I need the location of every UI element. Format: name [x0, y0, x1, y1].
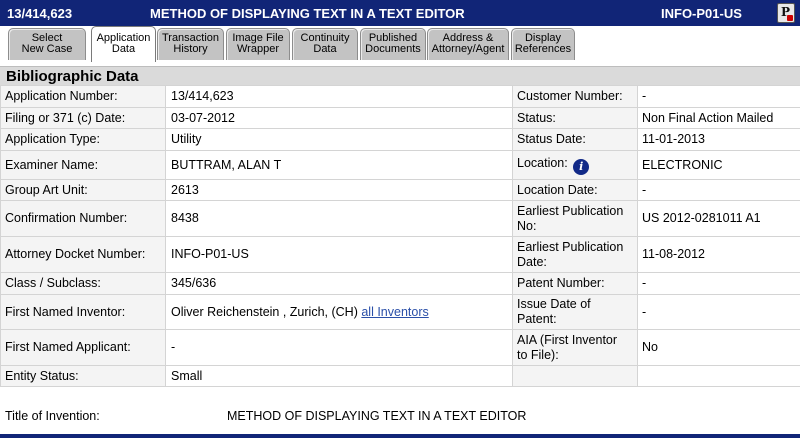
location-label-cell: Location: i [512, 150, 638, 180]
tab-select-new-case[interactable]: Select New Case [8, 28, 86, 60]
field-label: Earliest Publication [517, 239, 624, 254]
title-of-invention-row: Title of Invention: METHOD OF DISPLAYING… [0, 397, 800, 434]
table-row: Class / Subclass: 345/636 Patent Number:… [0, 272, 800, 295]
field-label: Status Date: [512, 128, 638, 151]
title-of-invention-label: Title of Invention: [5, 409, 100, 423]
tab-address-attorney-agent[interactable]: Address & Attorney/Agent [427, 28, 509, 60]
field-value: 11-01-2013 [637, 128, 800, 151]
table-row: Attorney Docket Number: INFO-P01-US Earl… [0, 236, 800, 273]
tab-label: Wrapper [237, 43, 279, 55]
field-value: 8438 [165, 200, 513, 237]
field-value: Utility [165, 128, 513, 151]
field-value: 2613 [165, 179, 513, 201]
field-label: Date: [517, 254, 547, 269]
field-value: BUTTRAM, ALAN T [165, 150, 513, 180]
field-label: Status: [512, 107, 638, 129]
field-value: No [637, 329, 800, 366]
field-label: Attorney Docket Number: [0, 236, 166, 273]
tab-label: New Case [21, 43, 73, 55]
table-row: First Named Inventor: Oliver Reichenstei… [0, 294, 800, 330]
all-inventors-link[interactable]: all Inventors [361, 305, 428, 319]
tab-label: References [514, 43, 572, 55]
field-label [512, 365, 638, 387]
field-label: Customer Number: [512, 85, 638, 108]
field-value: INFO-P01-US [165, 236, 513, 273]
info-icon[interactable]: i [573, 158, 590, 175]
inventor-value-cell: Oliver Reichenstein , Zurich, (CH) all I… [165, 294, 513, 330]
field-value: - [637, 85, 800, 108]
header-application-number: 13/414,623 [7, 6, 73, 21]
table-row: Examiner Name: BUTTRAM, ALAN T Location:… [0, 150, 800, 180]
bottom-divider [0, 434, 800, 438]
table-row: Group Art Unit: 2613 Location Date: - [0, 179, 800, 201]
table-row: Confirmation Number: 8438 Earliest Publi… [0, 200, 800, 237]
bibliographic-data-table: Application Number: 13/414,623 Customer … [0, 85, 800, 387]
field-value: - [637, 272, 800, 295]
field-label: First Named Inventor: [0, 294, 166, 330]
table-row: Application Type: Utility Status Date: 1… [0, 128, 800, 151]
field-label: Application Number: [0, 85, 166, 108]
field-value: Non Final Action Mailed [637, 107, 800, 129]
tab-label: History [173, 43, 208, 55]
field-label: Application Type: [0, 128, 166, 151]
tab-label: Documents [365, 43, 421, 55]
field-value: Oliver Reichenstein , Zurich, (CH) [171, 304, 358, 319]
field-label: AIA (First Inventor [517, 332, 618, 347]
tab-transaction-history[interactable]: Transaction History [157, 28, 224, 60]
field-value: ELECTRONIC [637, 150, 800, 180]
field-label: to File): [517, 347, 559, 362]
field-label: No: [517, 218, 537, 233]
field-label: Issue Date of [517, 297, 591, 311]
field-value: Small [165, 365, 513, 387]
header-docket-number: INFO-P01-US [661, 6, 742, 21]
header-title: METHOD OF DISPLAYING TEXT IN A TEXT EDIT… [150, 6, 465, 21]
field-value: 11-08-2012 [637, 236, 800, 273]
tab-image-file-wrapper[interactable]: Image File Wrapper [226, 28, 290, 60]
tab-continuity-data[interactable]: Continuity Data [292, 28, 358, 60]
field-label: Location Date: [512, 179, 638, 201]
field-label: Examiner Name: [0, 150, 166, 180]
field-label: Class / Subclass: [0, 272, 166, 295]
field-label-two-line: Issue Date of Patent: [512, 294, 638, 330]
field-value: 13/414,623 [165, 85, 513, 108]
field-label: First Named Applicant: [0, 329, 166, 366]
title-bar: 13/414,623 METHOD OF DISPLAYING TEXT IN … [0, 0, 800, 26]
table-row: Application Number: 13/414,623 Customer … [0, 85, 800, 108]
field-label: Entity Status: [0, 365, 166, 387]
tab-strip: Select New Case Application Data Transac… [0, 26, 800, 62]
tab-label: Data [313, 43, 337, 55]
tab-application-data[interactable]: Application Data [91, 26, 156, 62]
field-label: Location: [517, 155, 568, 170]
field-label: Group Art Unit: [0, 179, 166, 201]
field-label-two-line: Earliest Publication No: [512, 200, 638, 237]
table-row: Filing or 371 (c) Date: 03-07-2012 Statu… [0, 107, 800, 129]
tab-label: Attorney/Agent [431, 43, 505, 55]
field-value: - [637, 179, 800, 201]
field-value: 03-07-2012 [165, 107, 513, 129]
field-label: Confirmation Number: [0, 200, 166, 237]
field-label-two-line: AIA (First Inventor to File): [512, 329, 638, 366]
tab-label: Data [111, 43, 136, 55]
table-row: First Named Applicant: - AIA (First Inve… [0, 329, 800, 366]
tab-display-references[interactable]: Display References [511, 28, 575, 60]
field-value: US 2012-0281011 A1 [637, 200, 800, 237]
title-of-invention-value: METHOD OF DISPLAYING TEXT IN A TEXT EDIT… [227, 409, 527, 423]
section-title: Bibliographic Data [0, 66, 800, 85]
field-label: Filing or 371 (c) Date: [0, 107, 166, 129]
tab-published-documents[interactable]: Published Documents [360, 28, 426, 60]
field-value [637, 365, 800, 387]
field-label-two-line: Earliest Publication Date: [512, 236, 638, 273]
field-value: 345/636 [165, 272, 513, 295]
table-row: Entity Status: Small [0, 365, 800, 387]
document-icon[interactable]: P [777, 3, 795, 23]
field-value: - [637, 294, 800, 330]
field-value: - [165, 329, 513, 366]
field-label: Patent: [517, 312, 557, 326]
field-label: Earliest Publication [517, 203, 624, 218]
field-label: Patent Number: [512, 272, 638, 295]
